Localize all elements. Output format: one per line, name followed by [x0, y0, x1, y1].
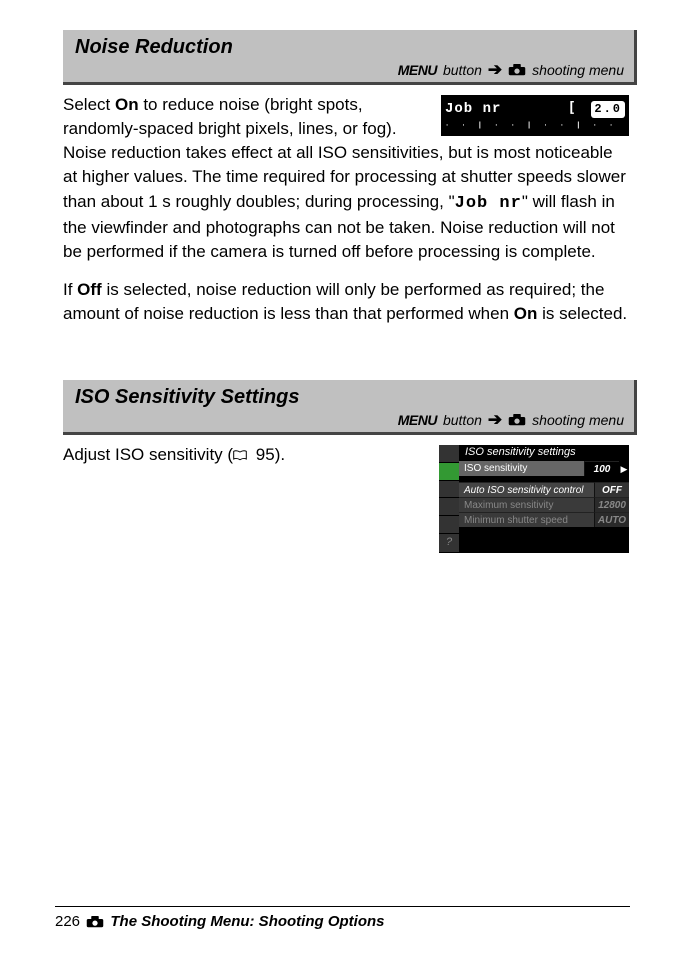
- job-nr-inline-icon: Job nr: [455, 194, 522, 213]
- viewfinder-job-nr-label: Job nr: [445, 100, 501, 120]
- menu-button-label: MENU: [398, 412, 437, 428]
- noise-reduction-paragraph-1: Job nr [ 2.0 · · | · · | · · | · · Selec…: [63, 93, 629, 264]
- viewfinder-value: 2.0: [591, 101, 625, 118]
- lcd-row-value: AUTO: [594, 512, 629, 527]
- lcd-row-value: OFF: [594, 482, 629, 497]
- menu-target: shooting menu: [532, 62, 624, 78]
- off-keyword: Off: [77, 280, 102, 299]
- page-number: 226: [55, 913, 80, 930]
- lcd-row-iso-sensitivity: ISO sensitivity 100 ▶: [459, 461, 629, 476]
- viewfinder-tick-marks: · · | · · | · · | · ·: [445, 122, 617, 132]
- book-icon: [233, 443, 247, 467]
- menu-button-word: button: [443, 412, 482, 428]
- section-title: ISO Sensitivity Settings: [75, 386, 624, 409]
- page-reference: 95: [233, 443, 275, 467]
- menu-button-word: button: [443, 62, 482, 78]
- camera-icon: [508, 64, 526, 76]
- arrow-right-icon: ➔: [488, 61, 502, 78]
- menu-path: MENU button ➔ shooting menu: [75, 61, 624, 78]
- camera-icon: [508, 414, 526, 426]
- page-reference-number: 95: [256, 443, 275, 467]
- lcd-sidebar: ?: [439, 445, 459, 553]
- menu-button-label: MENU: [398, 62, 437, 78]
- lcd-row-label: Auto ISO sensitivity control: [459, 482, 594, 497]
- section-header-iso-sensitivity: ISO Sensitivity Settings MENU button ➔ s…: [63, 380, 637, 435]
- section-title: Noise Reduction: [75, 36, 624, 59]
- lcd-row-value: 100: [584, 461, 619, 476]
- lcd-row-label: ISO sensitivity: [459, 461, 584, 476]
- menu-target: shooting menu: [532, 412, 624, 428]
- camera-lcd-screenshot: ? ISO sensitivity settings ISO sensitivi…: [439, 445, 629, 553]
- lcd-shooting-menu-tab-icon: [439, 463, 459, 481]
- iso-sensitivity-paragraph: ? ISO sensitivity settings ISO sensitivi…: [63, 443, 629, 467]
- lcd-help-icon: ?: [439, 534, 459, 553]
- viewfinder-bracket: [: [568, 100, 578, 116]
- lcd-row-auto-iso: Auto ISO sensitivity control OFF: [459, 482, 629, 497]
- lcd-row-label: Minimum shutter speed: [459, 512, 594, 527]
- lcd-row-label: Maximum sensitivity: [459, 497, 594, 512]
- camera-icon: [86, 916, 104, 928]
- noise-reduction-paragraph-2: If Off is selected, noise reduction will…: [63, 278, 629, 326]
- chevron-right-icon: ▶: [619, 461, 629, 476]
- lcd-row-max-sensitivity: Maximum sensitivity 12800: [459, 497, 629, 512]
- viewfinder-display: Job nr [ 2.0 · · | · · | · · | · ·: [441, 95, 629, 136]
- on-keyword: On: [115, 95, 139, 114]
- manual-page: Noise Reduction MENU button ➔ shooting m…: [0, 0, 677, 954]
- page-footer: 226 The Shooting Menu: Shooting Options: [55, 906, 630, 930]
- lcd-row-value: 12800: [594, 497, 629, 512]
- footer-chapter-title: The Shooting Menu: Shooting Options: [110, 913, 384, 930]
- menu-path: MENU button ➔ shooting menu: [75, 411, 624, 428]
- lcd-row-min-shutter: Minimum shutter speed AUTO: [459, 512, 629, 527]
- section-header-noise-reduction: Noise Reduction MENU button ➔ shooting m…: [63, 30, 637, 85]
- lcd-screen-title: ISO sensitivity settings: [439, 442, 582, 461]
- arrow-right-icon: ➔: [488, 411, 502, 428]
- on-keyword: On: [514, 304, 538, 323]
